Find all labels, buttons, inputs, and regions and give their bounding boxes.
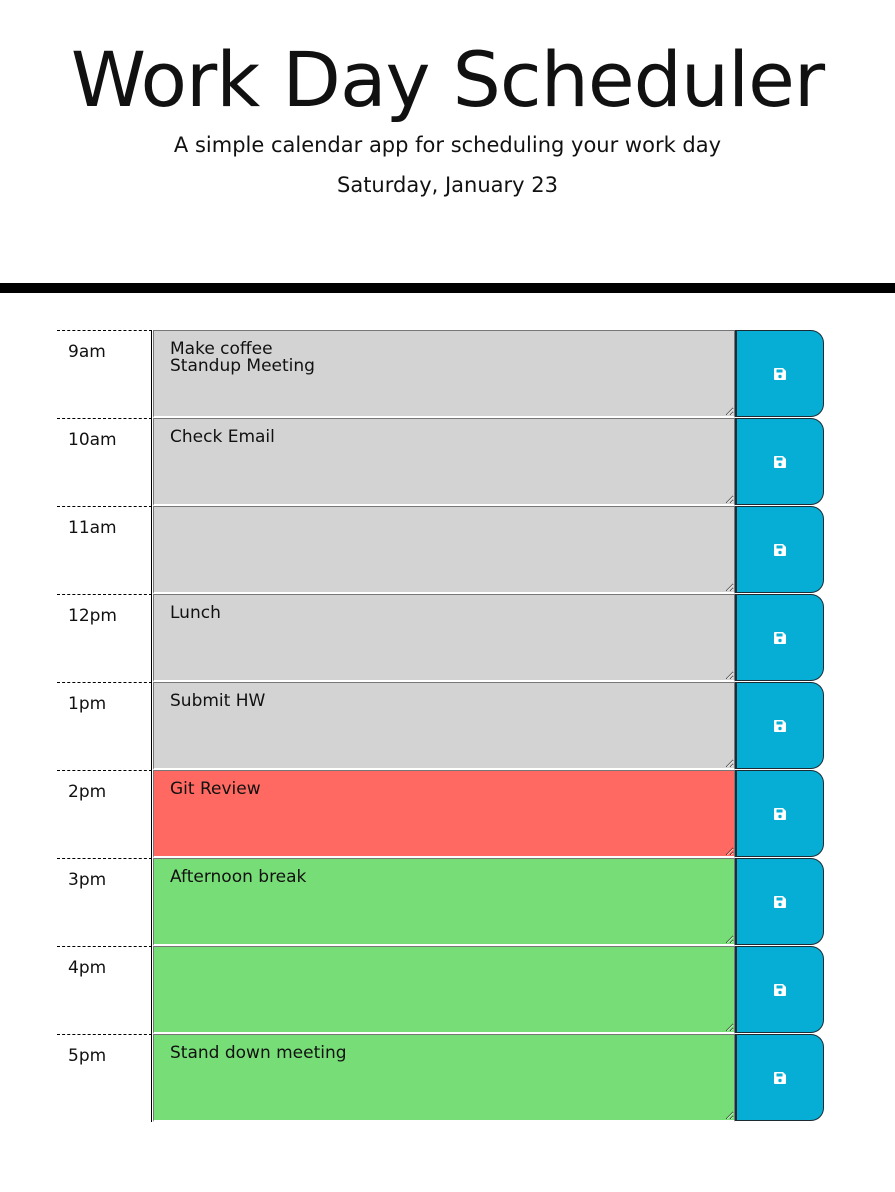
time-block-list: 9am Make coffee Standup Meeting 10am Che…	[57, 330, 825, 1122]
save-button-5pm[interactable]	[735, 1034, 824, 1121]
time-block-1pm: 1pm Submit HW	[57, 682, 825, 770]
event-description-12pm[interactable]: Lunch	[153, 594, 735, 682]
time-block-12pm: 12pm Lunch	[57, 594, 825, 682]
event-description-4pm[interactable]	[153, 946, 735, 1034]
hour-label: 12pm	[57, 594, 152, 682]
floppy-disk-icon	[773, 631, 787, 645]
save-button-12pm[interactable]	[735, 594, 824, 681]
save-button-3pm[interactable]	[735, 858, 824, 945]
time-block-5pm: 5pm Stand down meeting	[57, 1034, 825, 1122]
time-block-11am: 11am	[57, 506, 825, 594]
floppy-disk-icon	[773, 455, 787, 469]
event-description-11am[interactable]	[153, 506, 735, 594]
header: Work Day Scheduler A simple calendar app…	[0, 0, 895, 293]
event-description-2pm[interactable]: Git Review	[153, 770, 735, 858]
time-block-4pm: 4pm	[57, 946, 825, 1034]
save-button-11am[interactable]	[735, 506, 824, 593]
save-button-1pm[interactable]	[735, 682, 824, 769]
current-day: Saturday, January 23	[337, 173, 558, 197]
floppy-disk-icon	[773, 983, 787, 997]
hour-label: 4pm	[57, 946, 152, 1034]
time-block-9am: 9am Make coffee Standup Meeting	[57, 330, 825, 418]
floppy-disk-icon	[773, 543, 787, 557]
floppy-disk-icon	[773, 719, 787, 733]
event-description-10am[interactable]: Check Email	[153, 418, 735, 506]
save-button-10am[interactable]	[735, 418, 824, 505]
time-block-3pm: 3pm Afternoon break	[57, 858, 825, 946]
floppy-disk-icon	[773, 1071, 787, 1085]
event-description-5pm[interactable]: Stand down meeting	[153, 1034, 735, 1122]
save-button-9am[interactable]	[735, 330, 824, 417]
hour-label: 5pm	[57, 1034, 152, 1122]
event-description-9am[interactable]: Make coffee Standup Meeting	[153, 330, 735, 418]
floppy-disk-icon	[773, 367, 787, 381]
event-description-3pm[interactable]: Afternoon break	[153, 858, 735, 946]
floppy-disk-icon	[773, 895, 787, 909]
save-button-4pm[interactable]	[735, 946, 824, 1033]
hour-label: 11am	[57, 506, 152, 594]
save-button-2pm[interactable]	[735, 770, 824, 857]
hour-label: 2pm	[57, 770, 152, 858]
time-block-10am: 10am Check Email	[57, 418, 825, 506]
hour-label: 10am	[57, 418, 152, 506]
event-description-1pm[interactable]: Submit HW	[153, 682, 735, 770]
hour-label: 9am	[57, 330, 152, 418]
hour-label: 3pm	[57, 858, 152, 946]
page-title: Work Day Scheduler	[70, 35, 825, 124]
time-block-2pm: 2pm Git Review	[57, 770, 825, 858]
hour-label: 1pm	[57, 682, 152, 770]
floppy-disk-icon	[773, 807, 787, 821]
page-subtitle: A simple calendar app for scheduling you…	[173, 133, 722, 157]
